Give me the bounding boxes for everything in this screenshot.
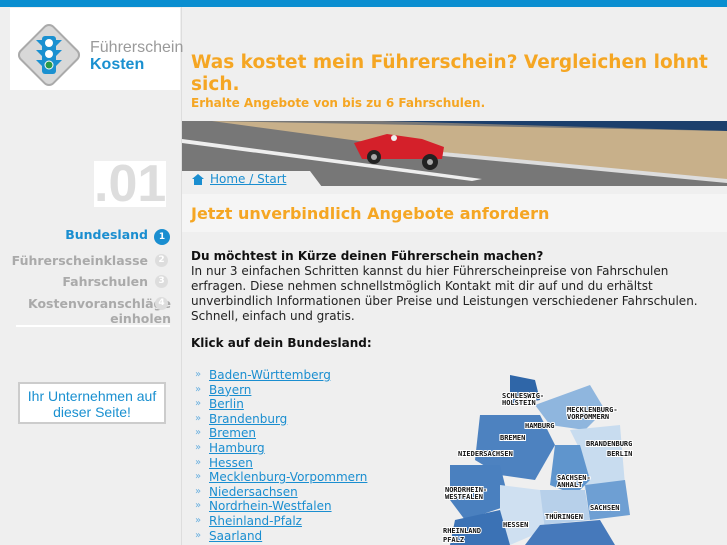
state-list-item: » Baden-Württemberg: [195, 368, 367, 383]
double-chevron-right-icon: »: [195, 514, 202, 526]
state-list-item: » Hamburg: [195, 441, 367, 456]
state-link[interactable]: Berlin: [209, 397, 244, 411]
step-number: .01: [94, 161, 166, 207]
logo[interactable]: Führerschein Kosten: [10, 8, 184, 90]
state-link[interactable]: Hessen: [209, 456, 253, 470]
state-list-item: » Berlin: [195, 397, 367, 412]
step-label: Führerscheinklasse: [11, 253, 148, 268]
state-list-item: » Brandenburg: [195, 412, 367, 427]
step-fahrschulen: Fahrschulen 3: [62, 274, 168, 289]
step-bundesland[interactable]: Bundesland 1: [65, 227, 170, 245]
logo-text-line1: Führerschein: [90, 39, 184, 56]
state-list-item: » Mecklenburg-Vorpommern: [195, 470, 367, 485]
state-link[interactable]: Bayern: [209, 383, 251, 397]
state-link[interactable]: Niedersachsen: [209, 485, 298, 499]
state-list: » Baden-Württemberg » Bayern » Berlin » Branden…: [195, 368, 367, 543]
state-link[interactable]: Hamburg: [209, 441, 265, 455]
state-prompt: Klick auf dein Bundesland:: [191, 336, 372, 350]
double-chevron-right-icon: »: [195, 529, 202, 541]
double-chevron-right-icon: »: [195, 441, 202, 453]
germany-map[interactable]: SCHLESWIG- HOLSTEIN MECKLENBURG- VORPOMM…: [440, 370, 640, 545]
intro-text: Du möchtest in Kürze deinen Führerschein…: [191, 249, 716, 324]
state-list-item: » Hessen: [195, 456, 367, 471]
map-label: ANHALT: [557, 481, 582, 489]
top-bar: [0, 0, 727, 7]
intro-body: In nur 3 einfachen Schritten kannst du h…: [191, 264, 698, 323]
map-label: PFALZ: [443, 536, 464, 544]
state-link[interactable]: Mecklenburg-Vorpommern: [209, 470, 367, 484]
map-label: WESTFALEN: [445, 493, 483, 501]
map-label: HESSEN: [503, 521, 528, 529]
map-label: HAMBURG: [525, 422, 555, 430]
double-chevron-right-icon: »: [195, 427, 202, 439]
state-list-item: » Niedersachsen: [195, 485, 367, 500]
state-link[interactable]: Brandenburg: [209, 412, 287, 426]
state-list-item: » Bayern: [195, 383, 367, 398]
map-label: BRANDENBURG: [586, 440, 632, 448]
page-title: Was kostet mein Führerschein? Vergleiche…: [191, 52, 708, 95]
double-chevron-right-icon: »: [195, 456, 202, 468]
section-heading: Jetzt unverbindlich Angebote anfordern: [191, 204, 550, 223]
double-chevron-right-icon: »: [195, 500, 202, 512]
map-label: NIEDERSACHSEN: [458, 450, 513, 458]
logo-text-line2: Kosten: [90, 56, 145, 73]
step-label: Kostenvoranschläge einholen: [28, 296, 171, 326]
step-kostenvoranschlaege: Kostenvoranschläge einholen 4: [28, 296, 171, 326]
step-label: Fahrschulen: [62, 274, 148, 289]
map-label: BERLIN: [607, 450, 632, 458]
state-link[interactable]: Bremen: [209, 426, 256, 440]
ad-line2: dieser Seite!: [53, 404, 131, 420]
step-label: Bundesland: [65, 227, 148, 242]
state-link[interactable]: Baden-Württemberg: [209, 368, 331, 382]
double-chevron-right-icon: »: [195, 471, 202, 483]
step-badge: 3: [155, 275, 168, 288]
state-list-item: » Saarland: [195, 529, 367, 544]
page-subtitle: Erhalte Angebote von bis zu 6 Fahrschule…: [191, 96, 486, 110]
map-label: BREMEN: [500, 434, 525, 442]
double-chevron-right-icon: »: [195, 485, 202, 497]
step-badge: 1: [154, 229, 170, 245]
double-chevron-right-icon: »: [195, 412, 202, 424]
breadcrumb: Home / Start Suche: [182, 171, 322, 187]
map-label: SACHSEN: [590, 504, 620, 512]
state-link[interactable]: Saarland: [209, 529, 262, 543]
ad-line1: Ihr Unternehmen auf: [27, 388, 157, 404]
map-label: VORPOMMERN: [567, 413, 609, 421]
state-link[interactable]: Rheinland-Pfalz: [209, 514, 302, 528]
step-badge: 4: [155, 297, 168, 310]
state-link[interactable]: Nordrhein-Westfalen: [209, 499, 332, 513]
intro-question: Du möchtest in Kürze deinen Führerschein…: [191, 249, 544, 263]
home-icon: [192, 174, 204, 185]
double-chevron-right-icon: »: [195, 383, 202, 395]
step-fuehrerscheinklasse: Führerscheinklasse 2: [12, 253, 168, 268]
map-label: RHEINLAND: [443, 527, 481, 535]
map-label: HOLSTEIN: [502, 399, 536, 407]
advertise-banner[interactable]: Ihr Unternehmen auf dieser Seite!: [18, 382, 166, 424]
double-chevron-right-icon: »: [195, 369, 202, 380]
map-region-sachsen[interactable]: [585, 480, 630, 520]
state-list-item: » Rheinland-Pfalz: [195, 514, 367, 529]
traffic-light-icon: [17, 23, 81, 87]
state-list-item: » Nordrhein-Westfalen: [195, 499, 367, 514]
map-label: THÜRINGEN: [545, 512, 583, 521]
step-badge: 2: [155, 254, 168, 267]
state-list-item: » Bremen: [195, 426, 367, 441]
step-list: Bundesland 1 Führerscheinklasse 2 Fahrschu…: [12, 225, 171, 327]
double-chevron-right-icon: »: [195, 398, 202, 410]
